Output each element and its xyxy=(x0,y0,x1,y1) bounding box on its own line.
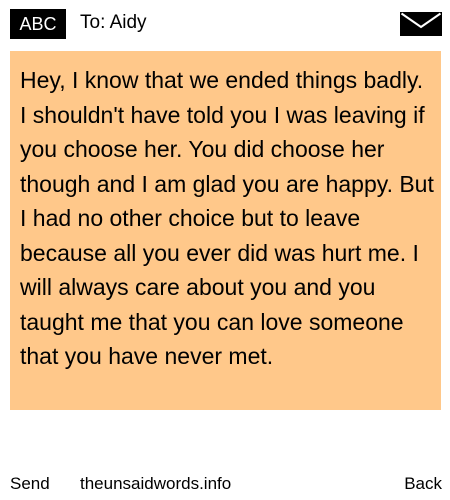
message-screen: ABC To: Aidy Hey, I know that we ended t… xyxy=(0,0,450,500)
recipient-line: To: Aidy xyxy=(80,12,147,33)
send-button[interactable]: Send xyxy=(10,470,50,498)
site-label: theunsaidwords.info xyxy=(80,474,232,493)
back-button[interactable]: Back xyxy=(404,470,442,498)
message-body-text: Hey, I know that we ended things badly. … xyxy=(20,67,434,369)
envelope-icon xyxy=(400,12,442,36)
message-header: ABC To: Aidy xyxy=(0,0,450,48)
softkey-bar: Send theunsaidwords.info Back xyxy=(0,470,450,498)
message-body-panel: Hey, I know that we ended things badly. … xyxy=(10,51,441,410)
input-mode-badge: ABC xyxy=(10,9,66,39)
